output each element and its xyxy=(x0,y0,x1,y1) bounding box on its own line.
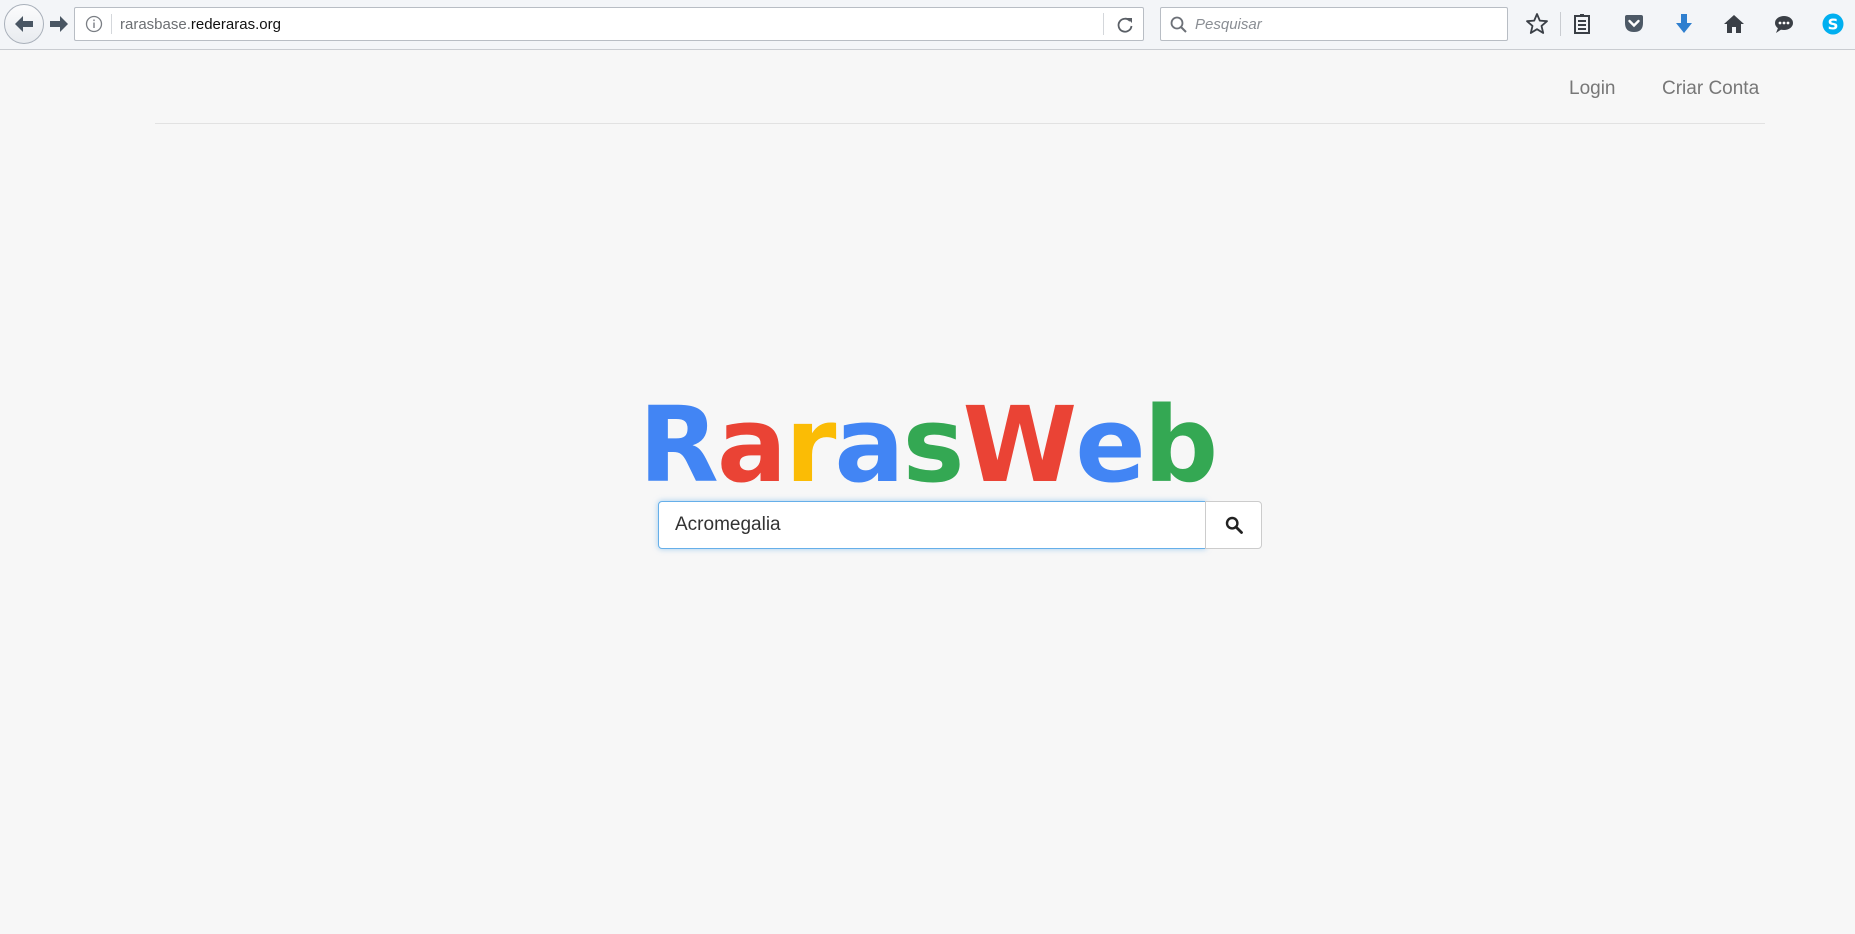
download-button[interactable] xyxy=(1670,10,1698,38)
skype-button[interactable]: S xyxy=(1819,10,1847,38)
logo-letter: W xyxy=(962,384,1077,506)
url-separator xyxy=(111,14,112,34)
reading-list-icon xyxy=(1574,14,1590,34)
logo-letter: r xyxy=(785,384,836,506)
header-divider xyxy=(155,123,1765,124)
forward-icon xyxy=(50,16,68,32)
download-icon xyxy=(1676,14,1692,33)
site-logo: RarasWeb xyxy=(0,385,1855,505)
logo-letter: e xyxy=(1075,384,1146,506)
logo-letter: R xyxy=(638,384,719,506)
url-subdomain: rarasbase. xyxy=(120,16,191,33)
search-input[interactable] xyxy=(658,501,1206,549)
home-button[interactable] xyxy=(1720,10,1748,38)
logo-letter: s xyxy=(902,384,965,506)
toolbar-separator xyxy=(1560,12,1561,36)
info-icon[interactable] xyxy=(85,15,103,33)
search-icon xyxy=(1225,516,1243,534)
reading-list-button[interactable] xyxy=(1568,10,1596,38)
signup-link[interactable]: Criar Conta xyxy=(1662,78,1759,100)
search-group xyxy=(658,501,1262,549)
back-button[interactable] xyxy=(4,4,44,44)
address-bar[interactable]: rarasbase.rederaras.org xyxy=(74,7,1144,41)
logo-letter: a xyxy=(834,384,904,506)
pocket-icon xyxy=(1625,15,1643,32)
chat-icon xyxy=(1775,16,1793,33)
top-navigation: Login Criar Conta xyxy=(0,78,1855,102)
browser-toolbar: rarasbase.rederaras.org Pesquisar S xyxy=(0,0,1855,50)
search-icon xyxy=(1170,16,1187,33)
bookmark-star-icon xyxy=(1526,13,1548,34)
browser-search-placeholder: Pesquisar xyxy=(1195,16,1262,33)
home-icon xyxy=(1724,15,1744,33)
chat-button[interactable] xyxy=(1770,10,1798,38)
logo-letter: b xyxy=(1143,384,1218,506)
browser-search-bar[interactable]: Pesquisar xyxy=(1160,7,1508,41)
back-icon xyxy=(15,16,33,32)
skype-icon: S xyxy=(1822,13,1844,35)
reload-separator xyxy=(1103,13,1104,35)
logo-letter: a xyxy=(716,384,787,506)
pocket-button[interactable] xyxy=(1620,10,1648,38)
forward-button[interactable] xyxy=(48,10,70,38)
login-link[interactable]: Login xyxy=(1569,78,1616,100)
url-domain: rederaras.org xyxy=(190,16,281,33)
svg-text:S: S xyxy=(1828,16,1839,34)
url-text[interactable]: rarasbase.rederaras.org xyxy=(120,16,281,33)
search-button[interactable] xyxy=(1205,501,1262,549)
bookmark-star-button[interactable] xyxy=(1523,10,1551,38)
reload-icon[interactable] xyxy=(1115,15,1135,35)
